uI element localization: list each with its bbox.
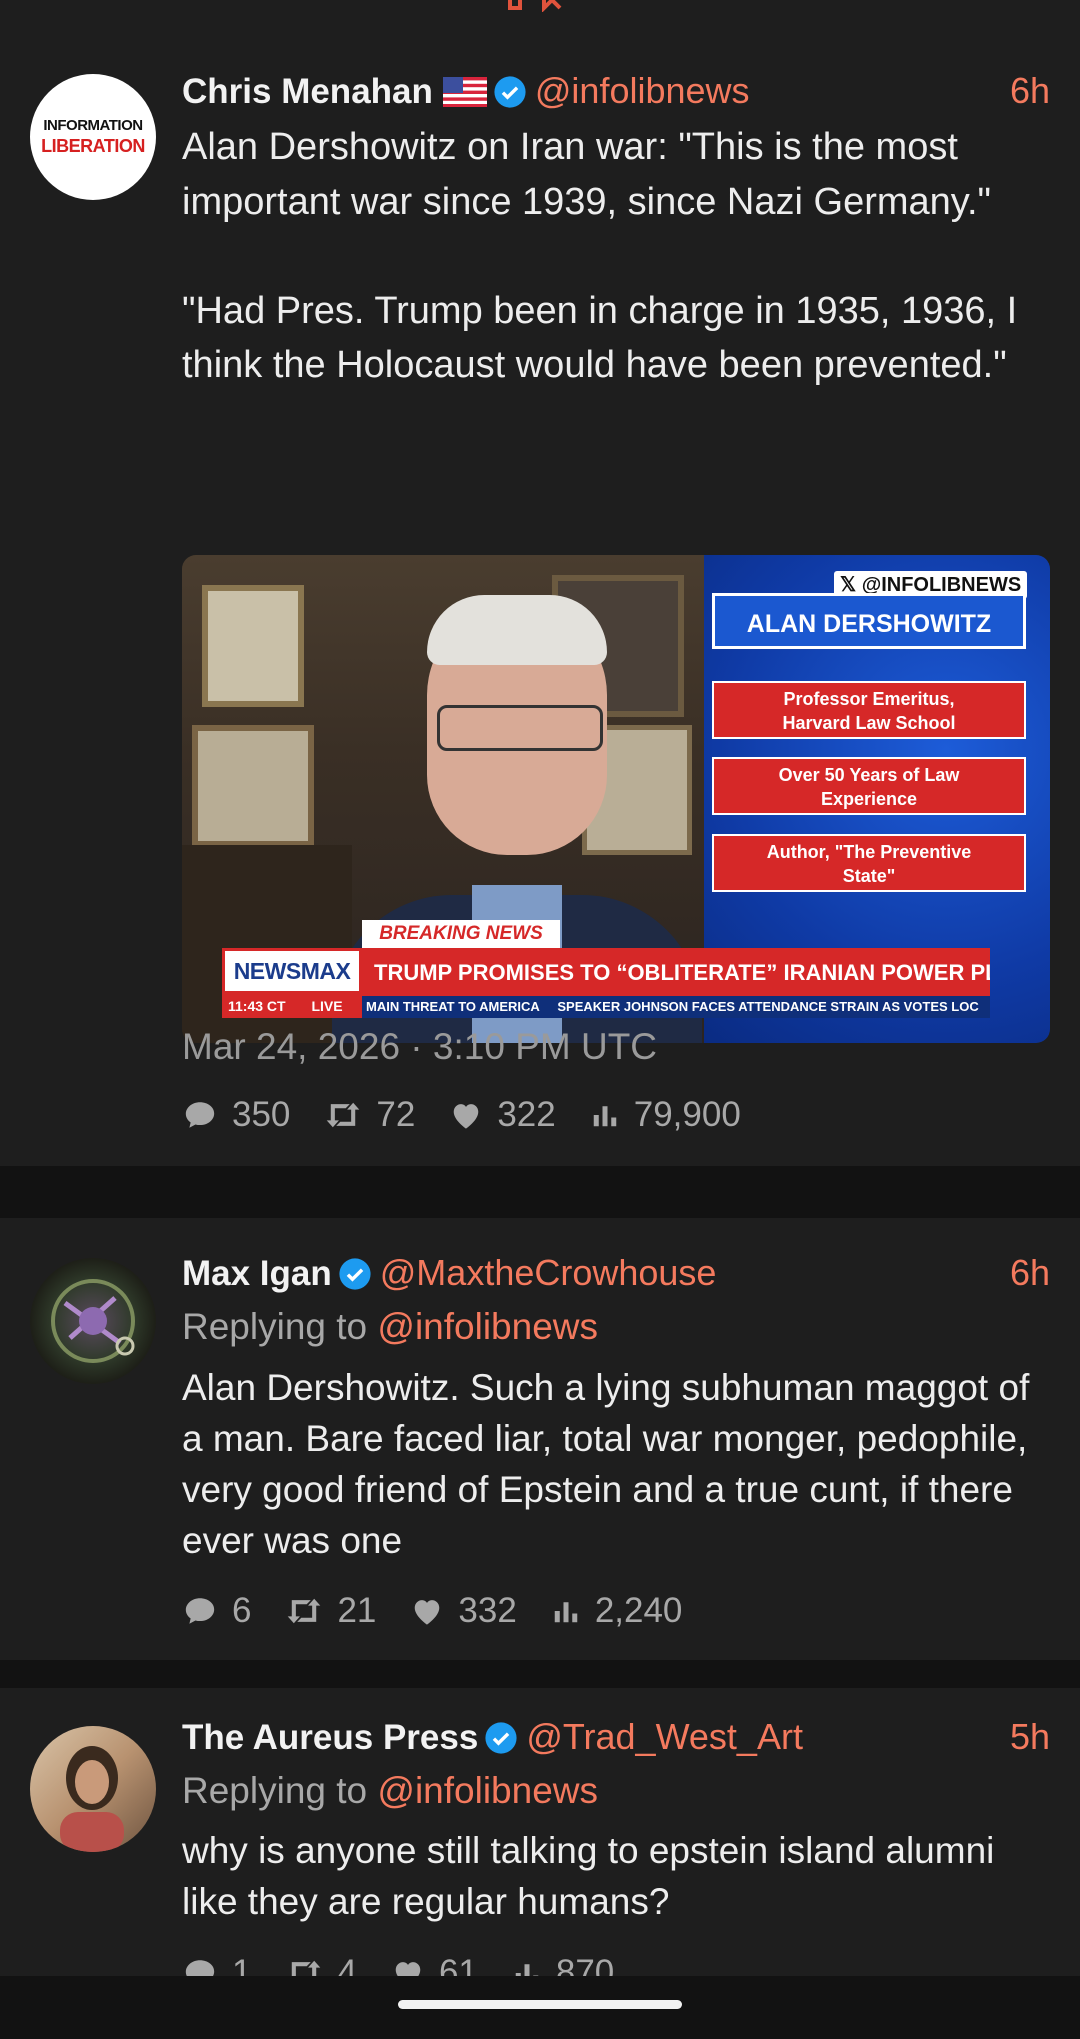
retweet-stat[interactable]: 72 — [324, 1095, 415, 1135]
tweet-stats: 350 72 322 79,900 — [182, 1092, 775, 1138]
like-icon — [454, 1104, 479, 1129]
retweet-stat[interactable]: 21 — [285, 1591, 376, 1631]
verified-icon — [338, 1254, 372, 1304]
us-flag-icon — [442, 70, 487, 120]
reply-count: 1 — [232, 1953, 252, 1976]
author-avatar[interactable] — [30, 1726, 156, 1852]
retweet-icon — [327, 1102, 360, 1128]
views-icon — [515, 1964, 539, 1976]
live-label: LIVE — [311, 998, 343, 1014]
thread-separator — [0, 1166, 1080, 1218]
avatar-logo: INFORMATION LIBERATION — [30, 116, 156, 156]
like-count: 322 — [497, 1095, 556, 1134]
author-handle[interactable]: @Trad_West_Art — [526, 1716, 803, 1757]
tweet-header: The Aureus Press @Trad_West_Art 5h — [182, 1712, 1050, 1762]
replying-to: Replying to @infolibnews — [182, 1766, 598, 1816]
retweet-icon — [288, 1598, 321, 1624]
like-icon — [395, 1962, 421, 1976]
avatar-art — [60, 1746, 124, 1852]
views-stat[interactable]: 2,240 — [551, 1591, 683, 1631]
retweet-icon — [292, 1960, 321, 1976]
views-count: 2,240 — [594, 1591, 683, 1630]
replying-to-prefix: Replying to — [182, 1306, 368, 1347]
author-name[interactable]: Chris Menahan — [182, 72, 433, 111]
like-stat[interactable]: 332 — [410, 1591, 517, 1631]
retweet-count: 21 — [337, 1591, 377, 1630]
verified-icon — [484, 1718, 518, 1768]
reply-stat[interactable]: 1 — [182, 1953, 251, 1976]
tweet-video[interactable]: 𝕏 @INFOLIBNEWS ALAN DERSHOWITZ Professor… — [182, 555, 1050, 1043]
reply-tweet[interactable]: Max Igan @MaxtheCrowhouse 6h Replying to … — [0, 1218, 1080, 1660]
network-logo: NEWSMAX — [222, 948, 362, 994]
tweet-text: Alan Dershowitz on Iran war: "This is th… — [182, 126, 1018, 386]
author-name[interactable]: Max Igan — [182, 1254, 332, 1293]
retweet-count: 4 — [337, 1953, 357, 1976]
like-icon — [415, 1600, 440, 1625]
tweet-time[interactable]: 6h — [1010, 1248, 1050, 1298]
reply-stat[interactable]: 6 — [182, 1591, 251, 1631]
author-handle[interactable]: @infolibnews — [535, 70, 750, 111]
tweet-header: Max Igan @MaxtheCrowhouse 6h — [182, 1248, 1050, 1298]
author-handle[interactable]: @MaxtheCrowhouse — [380, 1252, 717, 1293]
avatar-art — [51, 1279, 135, 1363]
reply-tweet[interactable]: The Aureus Press @Trad_West_Art 5h Replyi… — [0, 1688, 1080, 1976]
guest-hair — [427, 595, 607, 665]
thread-separator — [0, 1660, 1080, 1688]
reply-stat[interactable]: 350 — [182, 1095, 290, 1135]
breaking-news-label: BREAKING NEWS — [362, 920, 560, 948]
wall-frame — [202, 585, 304, 707]
clock-time: 11:43 CT — [228, 998, 286, 1014]
main-tweet[interactable]: INFORMATION LIBERATION Chris Menahan @inf… — [0, 36, 1080, 1166]
like-count: 332 — [458, 1591, 517, 1630]
verified-icon — [493, 72, 527, 122]
views-stat[interactable]: 79,900 — [590, 1095, 741, 1135]
tweet-text: why is anyone still talking to epstein i… — [182, 1830, 995, 1922]
like-stat[interactable]: 61 — [391, 1953, 478, 1976]
tweet-date: Mar 24, 2026 · 3:10 PM UTC — [182, 1026, 658, 1067]
reply-count: 350 — [232, 1095, 291, 1134]
tweet-header: Chris Menahan @infolibnews 6h — [182, 66, 1050, 116]
credential-box: Professor Emeritus, Harvard Law School — [712, 681, 1026, 739]
wall-frame — [192, 725, 314, 847]
views-count: 79,900 — [633, 1095, 741, 1134]
network-name: NEWSMAX — [233, 958, 351, 984]
top-app-bar — [0, 0, 1080, 36]
tweet-stats: 1 4 61 870 — [182, 1950, 648, 1976]
replying-to: Replying to @infolibnews — [182, 1302, 598, 1352]
reply-icon — [185, 1598, 215, 1624]
like-stat[interactable]: 322 — [449, 1095, 556, 1135]
replying-to-handle[interactable]: @infolibnews — [377, 1770, 598, 1811]
tweet-time[interactable]: 5h — [1010, 1712, 1050, 1762]
tweet-time[interactable]: 6h — [1010, 66, 1050, 116]
views-icon — [593, 1106, 616, 1127]
like-count: 61 — [438, 1953, 478, 1976]
ticker-bar: MAIN THREAT TO AMERICA SPEAKER JOHNSON F… — [362, 996, 990, 1018]
reply-count: 6 — [232, 1591, 252, 1630]
retweet-count: 72 — [376, 1095, 416, 1134]
tweet-stats: 6 21 332 2,240 — [182, 1588, 716, 1634]
reply-icon — [185, 1102, 215, 1128]
avatar-logo-line-1: INFORMATION — [43, 117, 143, 134]
credential-box: Over 50 Years of Law Experience — [712, 757, 1026, 815]
replying-to-prefix: Replying to — [182, 1770, 368, 1811]
author-avatar[interactable]: INFORMATION LIBERATION — [30, 74, 156, 200]
app-logo-icon — [508, 0, 562, 12]
guest-name-box: ALAN DERSHOWITZ — [712, 593, 1026, 649]
reply-icon — [185, 1960, 215, 1976]
credential-box: Author, "The Preventive State" — [712, 834, 1026, 892]
home-indicator[interactable] — [398, 2000, 682, 2009]
views-stat[interactable]: 870 — [512, 1953, 614, 1976]
guest-glasses — [437, 705, 603, 751]
avatar-logo-line-2: LIBERATION — [41, 136, 145, 156]
author-avatar[interactable] — [30, 1258, 156, 1384]
retweet-stat[interactable]: 4 — [285, 1953, 357, 1976]
clock-box: 11:43 CT LIVE — [222, 994, 362, 1018]
replying-to-handle[interactable]: @infolibnews — [377, 1306, 598, 1347]
headline-bar: TRUMP PROMISES TO “OBLITERATE” IRANIAN P… — [362, 948, 990, 998]
author-name[interactable]: The Aureus Press — [182, 1718, 478, 1757]
home-indicator-bar — [0, 1976, 1080, 2039]
views-count: 870 — [555, 1953, 615, 1976]
views-icon — [554, 1602, 578, 1623]
tweet-text: Alan Dershowitz. Such a lying subhuman m… — [182, 1367, 1030, 1561]
